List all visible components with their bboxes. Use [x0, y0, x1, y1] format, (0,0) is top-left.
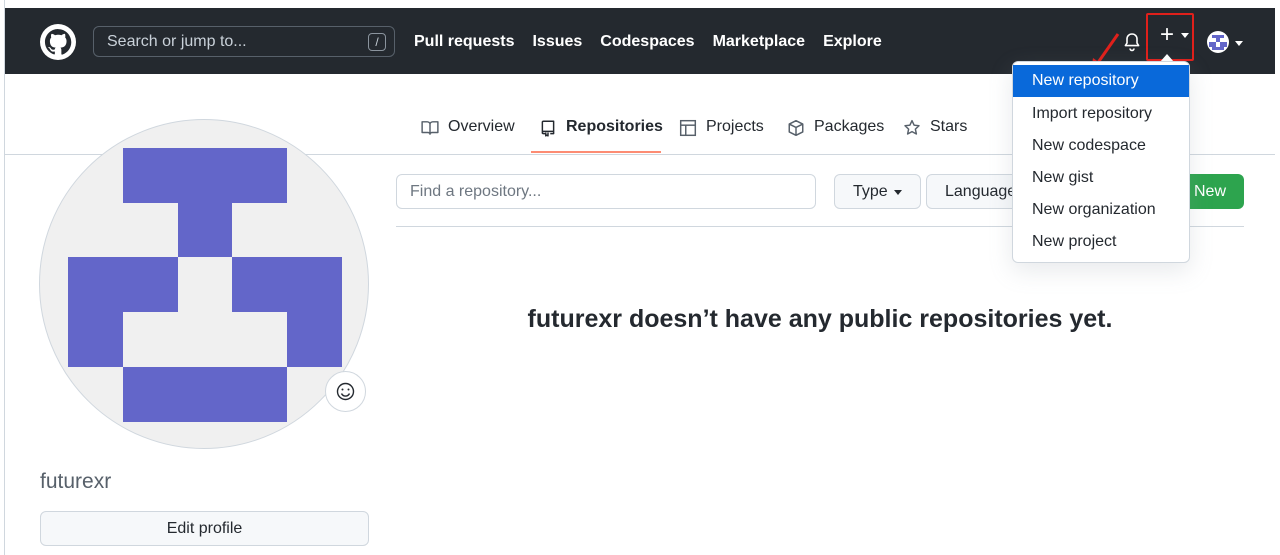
global-nav: Pull requests Issues Codespaces Marketpl…	[414, 33, 900, 51]
package-icon	[788, 119, 804, 137]
menu-item-new-codespace[interactable]: New codespace	[1013, 130, 1189, 162]
find-repository-placeholder: Find a repository...	[410, 183, 542, 200]
find-repository-input[interactable]: Find a repository...	[396, 174, 816, 209]
search-input[interactable]: Search or jump to... /	[93, 26, 395, 57]
star-icon	[904, 119, 920, 135]
book-icon	[421, 121, 439, 135]
plus-icon: +	[1160, 21, 1175, 48]
identicon-image	[68, 148, 342, 422]
type-filter-button[interactable]: Type	[834, 174, 921, 209]
menu-item-new-project[interactable]: New project	[1013, 226, 1189, 258]
nav-pull-requests[interactable]: Pull requests	[414, 33, 514, 51]
user-avatar-menu[interactable]	[1207, 31, 1229, 53]
empty-repositories-message: futurexr doesn’t have any public reposit…	[527, 305, 1113, 333]
github-logo-icon[interactable]	[40, 24, 76, 60]
avatar-identicon-icon	[1209, 35, 1227, 50]
repo-icon	[541, 120, 555, 137]
menu-item-new-organization[interactable]: New organization	[1013, 194, 1189, 226]
smiley-icon	[336, 382, 355, 401]
window-left-strip	[0, 0, 5, 555]
nav-issues[interactable]: Issues	[532, 33, 582, 51]
tab-packages[interactable]: Packages	[787, 118, 884, 162]
table-icon	[679, 119, 697, 137]
tab-label: Overview	[448, 118, 515, 135]
menu-item-import-repository[interactable]: Import repository	[1013, 98, 1189, 130]
nav-marketplace[interactable]: Marketplace	[713, 33, 806, 51]
edit-profile-button[interactable]: Edit profile	[40, 511, 369, 546]
tab-repositories[interactable]: Repositories	[539, 118, 663, 162]
search-shortcut-key: /	[368, 33, 386, 51]
nav-explore[interactable]: Explore	[823, 33, 882, 51]
language-filter-button[interactable]: Language	[926, 174, 1021, 209]
chevron-down-icon	[894, 190, 902, 195]
menu-item-new-gist[interactable]: New gist	[1013, 162, 1189, 194]
create-menu: New repository Import repository New cod…	[1012, 61, 1190, 263]
nav-codespaces[interactable]: Codespaces	[600, 33, 694, 51]
new-repository-button[interactable]: New	[1184, 174, 1244, 209]
language-filter-label: Language	[945, 183, 1017, 200]
tab-overview[interactable]: Overview	[421, 118, 515, 162]
window-top-strip	[0, 0, 1280, 8]
tab-stars[interactable]: Stars	[903, 118, 967, 162]
tab-label: Stars	[930, 118, 968, 135]
avatar-chevron-down-icon	[1235, 41, 1243, 46]
search-placeholder: Search or jump to...	[107, 33, 247, 50]
menu-item-new-repository[interactable]: New repository	[1013, 65, 1189, 97]
tab-projects[interactable]: Projects	[679, 118, 764, 162]
tab-label: Packages	[814, 118, 885, 135]
tab-label: Repositories	[566, 118, 663, 135]
selected-tab-underline	[531, 151, 661, 153]
set-status-button[interactable]	[325, 371, 366, 412]
profile-username: futurexr	[40, 470, 112, 493]
tab-label: Projects	[706, 118, 764, 135]
type-filter-label: Type	[853, 183, 888, 200]
new-button-label: New	[1194, 183, 1227, 200]
chevron-down-icon	[1181, 33, 1189, 38]
